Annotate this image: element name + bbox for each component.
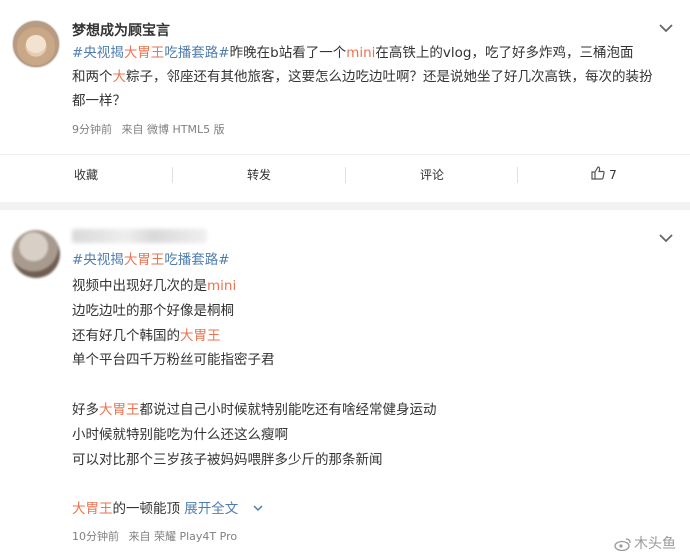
keyword-highlight: 大 [112, 69, 127, 85]
hashtag-link[interactable]: #央视揭 [72, 45, 124, 61]
like-count: 7 [609, 168, 617, 182]
post-time: 9分钟前 [72, 123, 112, 136]
username-blurred[interactable] [72, 229, 207, 243]
user-avatar[interactable] [12, 230, 60, 278]
post-text-line: 都一样？ [72, 93, 126, 109]
post-text-line: 边吃边吐的那个好像是桐桐 [72, 303, 234, 319]
post-text-line: 单个平台四千万粉丝可能指密子君 [72, 352, 275, 368]
text-segment: 都说过自己小时候就特别能吃还有啥经常健身运动 [139, 402, 437, 418]
collect-button[interactable]: 收藏 [0, 155, 172, 195]
post-text-line: #央视揭大胃王吃播套路# [72, 248, 230, 272]
post-text-line: #央视揭大胃王吃播套路#昨晚在b站看了一个mini在高铁上的vlog，吃了好多炸… [72, 41, 634, 65]
post-card-1: 梦想成为顾宝言 #央视揭大胃王吃播套路#昨晚在b站看了一个mini在高铁上的vl… [0, 0, 690, 202]
post-text-line: 视频中出现好几次的是mini [72, 274, 236, 298]
hashtag-link[interactable]: 吃播套路# [164, 45, 229, 61]
text-segment: 昨晚在b站看了一个 [229, 45, 347, 61]
keyword-highlight: 大胃王 [180, 328, 221, 344]
like-button[interactable]: 7 [518, 155, 690, 195]
chevron-down-icon[interactable] [658, 232, 674, 244]
keyword-highlight: 大胃王 [123, 252, 165, 268]
keyword-highlight: 大胃王 [99, 402, 140, 418]
post-text-line: 可以对比那个三岁孩子被妈妈喂胖多少斤的那条新闻 [72, 452, 383, 468]
post-text-line: 还有好几个韩国的大胃王 [72, 324, 221, 348]
action-bar: 收藏 转发 评论 7 [0, 154, 690, 195]
user-avatar[interactable] [12, 20, 60, 68]
post-source: 来自 荣耀 Play4T Pro [128, 530, 238, 543]
post-meta: 9分钟前 来自 微博 HTML5 版 [72, 121, 231, 137]
post-meta: 10分钟前 来自 荣耀 Play4T Pro [72, 528, 243, 544]
chevron-down-icon[interactable] [658, 22, 674, 34]
text-segment: 的一顿能顶 [112, 501, 185, 517]
text-segment: 视频中出现好几次的是 [72, 278, 207, 294]
keyword-highlight: 大胃王 [123, 45, 165, 61]
post-text-line: 好多大胃王都说过自己小时候就特别能吃还有啥经常健身运动 [72, 398, 437, 422]
keyword-highlight: mini [207, 278, 237, 294]
text-segment: 粽子，邻座还有其他旅客，这要怎么边吃边吐啊？还是说她坐了好几次高铁，每次的装扮 [126, 69, 653, 85]
thumbs-up-icon [591, 156, 605, 196]
post-text-line: 和两个大粽子，邻座还有其他旅客，这要怎么边吃边吐啊？还是说她坐了好几次高铁，每次… [72, 65, 653, 89]
text-segment: 在高铁上的vlog，吃了好多炸鸡，三桶泡面 [375, 45, 634, 61]
username[interactable]: 梦想成为顾宝言 [72, 20, 170, 40]
keyword-highlight: 大胃王 [72, 501, 113, 517]
post-text-line: 大胃王的一顿能顶 展开全文 [72, 497, 238, 521]
watermark-text: 木头鱼 [634, 536, 676, 552]
hashtag-link[interactable]: 吃播套路# [164, 252, 229, 268]
watermark: 木头鱼 [614, 533, 676, 553]
text-segment: 和两个 [72, 69, 113, 85]
text-segment: 还有好几个韩国的 [72, 328, 180, 344]
repost-button[interactable]: 转发 [173, 155, 345, 195]
post-source: 来自 微博 HTML5 版 [121, 123, 225, 136]
comment-button[interactable]: 评论 [346, 155, 518, 195]
weibo-logo-icon [614, 537, 632, 552]
expand-chevron-icon[interactable] [252, 503, 264, 513]
post-time: 10分钟前 [72, 530, 119, 543]
text-segment: 好多 [72, 402, 99, 418]
expand-full-text-link[interactable]: 展开全文 [184, 501, 238, 517]
post-text-line: 小时候就特别能吃为什么还这么瘦啊 [72, 427, 288, 443]
hashtag-link[interactable]: #央视揭 [72, 252, 124, 268]
keyword-highlight: mini [346, 45, 376, 61]
